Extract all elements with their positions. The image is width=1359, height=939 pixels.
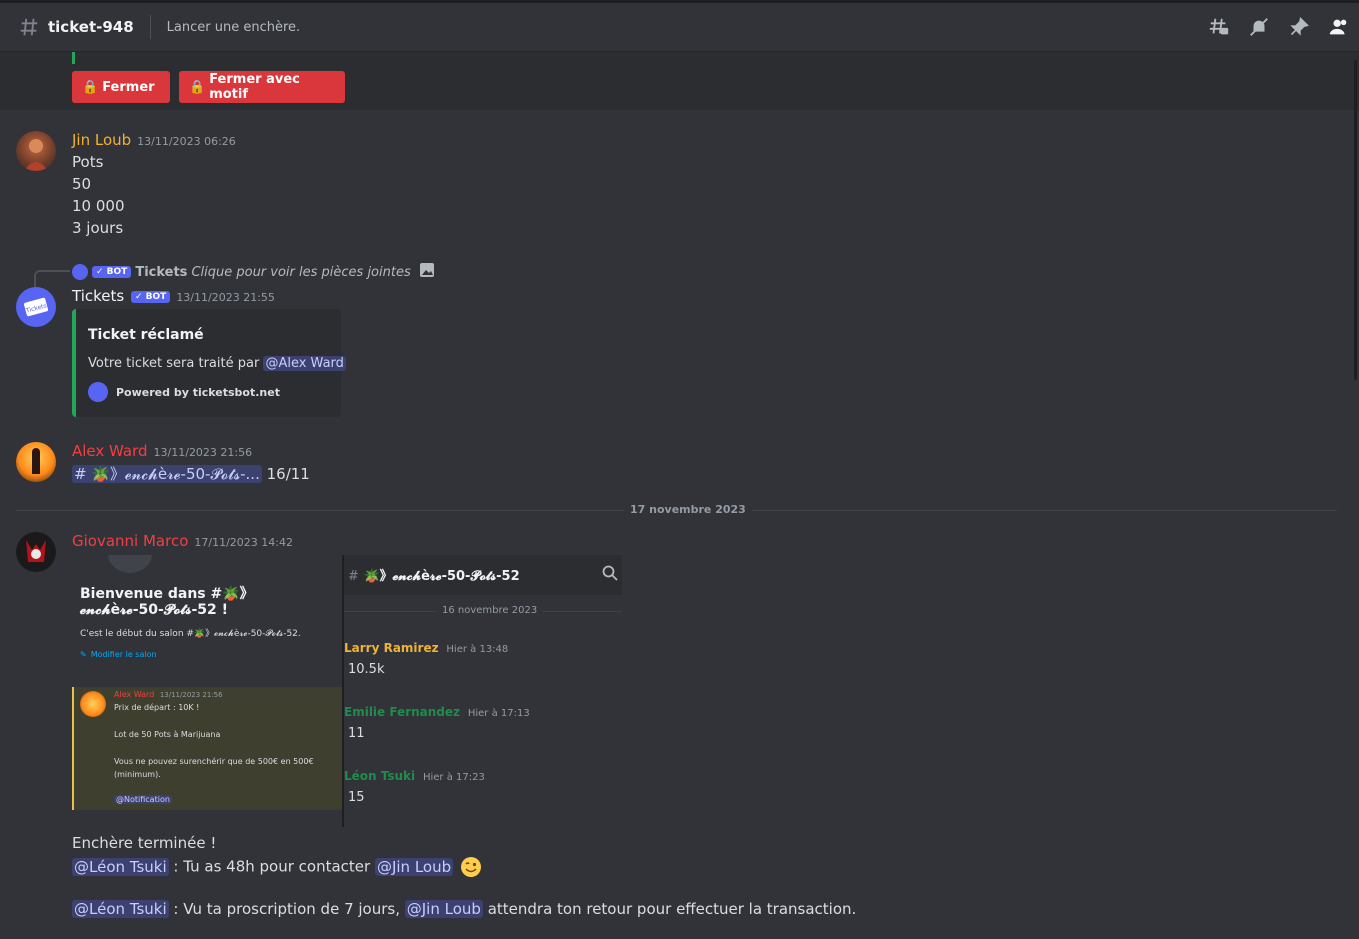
user-mention[interactable]: @Léon Tsuki [72,900,169,918]
welcome-title-channel: 𝓮𝓷𝓬𝓱è𝓻𝓮-50-𝓟𝓸𝓽𝓼-52 ! [80,602,229,618]
quoted-line: Prix de départ : 10K ! [114,703,200,712]
user-mention[interactable]: @Léon Tsuki [72,857,169,876]
message-text-line: @Léon Tsuki : Vu ta proscription de 7 jo… [72,900,857,918]
header-divider [149,15,151,39]
message-line: 3 jours [72,219,124,237]
screenshot-right-panel: # 🪴》𝓮𝓷𝓬𝓱è𝓻𝓮-50-𝓟𝓸𝓽𝓼-52 16 novembre 2023 … [342,555,622,827]
bot-badge: ✓ BOT [92,266,132,278]
avatar [80,691,106,717]
mute-notifications-icon[interactable] [1247,15,1271,39]
message-text: 16/11 [266,465,310,483]
message-timestamp: 17/11/2023 14:42 [194,536,293,549]
avatar[interactable] [16,131,56,171]
welcome-title: Bienvenue dans #🪴》 [80,586,254,602]
user-mention[interactable]: @Jin Loub [374,857,454,876]
message-author[interactable]: Alex Ward 13/11/2023 21:56 [72,442,252,460]
hash-icon: # [348,569,359,584]
message-text-line: @Léon Tsuki : Tu as 48h pour contacter @… [72,856,482,878]
screenshot-date-divider: 16 novembre 2023 [436,605,544,616]
reply-connector [34,270,70,287]
embed-footer-text: Powered by ticketsbot.net [116,385,280,399]
quoted-line: Lot de 50 Pots à Marijuana [114,730,221,739]
user-mention[interactable]: @Alex Ward [263,356,346,371]
bid-value: 10.5k [348,662,385,677]
bid-header: Larry Ramirez Hier à 13:48 [344,641,509,655]
close-button[interactable]: 🔒 Fermer [72,71,170,103]
previous-message-tail: 🔒 Fermer 🔒 Fermer avec motif [0,52,1359,110]
message-line: 50 [72,175,92,193]
lock-icon: 🔒 [189,79,206,95]
embed-title: Ticket réclamé [88,327,204,343]
quoted-mention: @Notification [114,795,172,804]
bid-header: Léon Tsuki Hier à 17:23 [344,769,485,783]
footer-icon [88,382,108,402]
pencil-icon: ✎ [80,650,87,659]
avatar[interactable] [16,532,56,572]
wink-emoji[interactable] [460,856,482,878]
embed-footer: Powered by ticketsbot.net [88,382,280,402]
message-author[interactable]: Tickets ✓ BOT 13/11/2023 21:55 [72,287,275,305]
message-timestamp: 13/11/2023 06:26 [137,135,236,148]
screenshot-quoted-message: Alex Ward 13/11/2023 21:56 Prix de dépar… [72,687,342,810]
channel-name: ticket-948 [48,18,134,36]
avatar[interactable] [16,442,56,482]
bot-badge: ✓ BOT [130,290,171,303]
bid-value: 15 [348,790,365,805]
channel-topic[interactable]: Lancer une enchère. [167,20,301,35]
user-mention[interactable]: @Jin Loub [404,900,483,918]
message-text: Enchère terminée ! [72,834,217,852]
members-icon[interactable] [1327,15,1351,39]
message-timestamp: 13/11/2023 21:56 [153,446,253,459]
threads-icon[interactable] [1207,15,1231,39]
message-content: # 🪴》𝓮𝓷𝓬𝓱è𝓻𝓮-50-𝓟𝓸𝓽𝓼-... 16/11 [72,463,310,484]
embed-description: Votre ticket sera traité par @Alex Ward [88,356,346,371]
channel-link[interactable]: # 🪴》𝓮𝓷𝓬𝓱è𝓻𝓮-50-𝓟𝓸𝓽𝓼-... [72,465,262,483]
channel-hash-icon [18,16,40,38]
close-with-reason-button[interactable]: 🔒 Fermer avec motif [179,71,345,103]
welcome-subtitle: C'est le début du salon #🪴》𝓮𝓷𝓬𝓱è𝓻𝓮-50-𝓟𝓸… [80,629,301,639]
bid-header: Emilie Fernandez Hier à 17:13 [344,705,530,719]
message-author[interactable]: Jin Loub 13/11/2023 06:26 [72,131,236,149]
quoted-header: Alex Ward 13/11/2023 21:56 [114,690,223,699]
reply-preview[interactable]: ✓ BOT Tickets Clique pour voir les pièce… [72,262,435,282]
screenshot-left-panel: Bienvenue dans #🪴》 𝓮𝓷𝓬𝓱è𝓻𝓮-50-𝓟𝓸𝓽𝓼-52 ! … [72,555,342,827]
message-line: 10 000 [72,197,125,215]
search-icon [602,565,618,585]
bid-value: 11 [348,726,365,741]
date-divider-label: 17 novembre 2023 [624,503,752,516]
lock-icon: 🔒 [82,79,99,95]
embed-accent-bar [72,52,75,64]
header-toolbar [1207,15,1351,39]
pin-icon[interactable] [1287,15,1311,39]
ticket-bot-avatar-small [72,264,88,280]
channel-avatar-circle [108,555,152,573]
reply-author: Tickets [135,264,188,280]
message-line: Pots [72,153,104,171]
edit-channel-link: ✎ Modifier le salon [80,650,157,659]
close-with-reason-label: Fermer avec motif [209,72,300,102]
quoted-line: (minimum). [114,770,161,779]
scrollbar[interactable] [1354,60,1357,380]
close-button-label: Fermer [102,79,155,95]
avatar[interactable]: Tickets [16,287,56,327]
message-timestamp: 13/11/2023 21:55 [176,291,275,304]
channel-header: ticket-948 Lancer une enchère. [0,0,1359,52]
image-icon [419,262,435,282]
reply-text: Clique pour voir les pièces jointes [191,264,411,280]
message-author[interactable]: Giovanni Marco 17/11/2023 14:42 [72,532,293,550]
screenshot-channel-title: # 🪴》𝓮𝓷𝓬𝓱è𝓻𝓮-50-𝓟𝓸𝓽𝓼-52 [348,569,520,584]
attachment-image[interactable]: Bienvenue dans #🪴》 𝓮𝓷𝓬𝓱è𝓻𝓮-50-𝓟𝓸𝓽𝓼-52 ! … [72,555,622,827]
ticket-claimed-embed: Ticket réclamé Votre ticket sera traité … [72,309,346,417]
quoted-line: Vous ne pouvez surenchérir que de 500€ e… [114,757,314,766]
